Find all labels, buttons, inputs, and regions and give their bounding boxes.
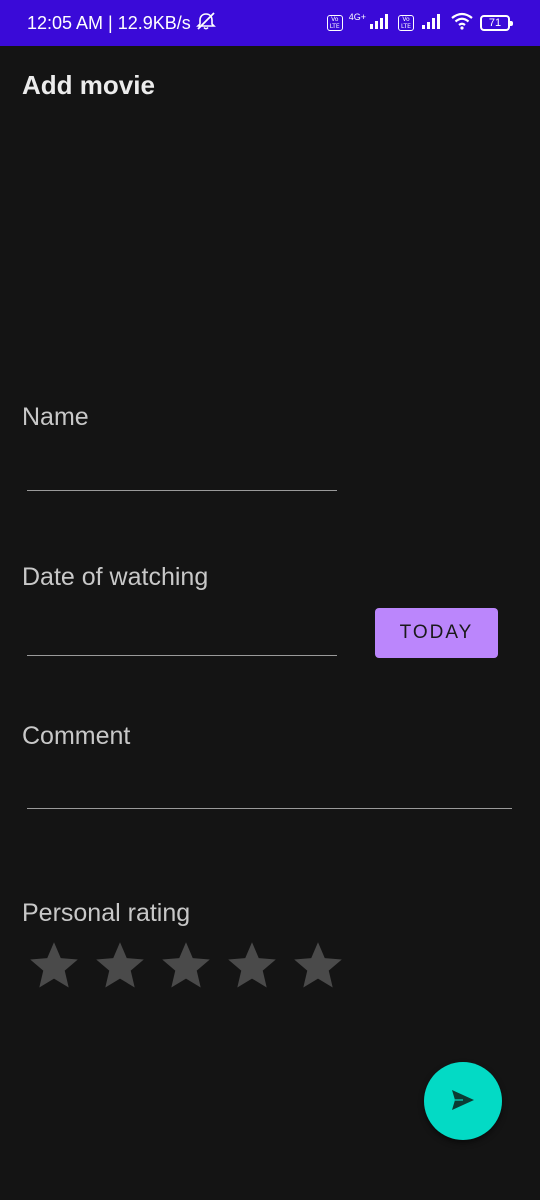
rating-bar[interactable] [26, 938, 346, 994]
name-label: Name [22, 403, 89, 431]
rating-label: Personal rating [22, 899, 191, 927]
volte-badge-1: Vo LTE [326, 15, 343, 31]
status-time-speed: 12:05 AM | 12.9KB/s [27, 12, 191, 33]
date-label: Date of watching [22, 563, 209, 591]
rating-star-icon-2[interactable] [92, 938, 148, 994]
rating-star-icon-4[interactable] [224, 938, 280, 994]
rating-star-icon-1[interactable] [26, 938, 82, 994]
status-left: 12:05 AM | 12.9KB/s [27, 0, 217, 46]
rating-star-icon-5[interactable] [290, 938, 346, 994]
submit-fab[interactable] [424, 1062, 502, 1140]
status-bar: 12:05 AM | 12.9KB/s Vo LTE 4G+ Vo LTE 71 [0, 0, 540, 46]
signal-icon-1 [368, 13, 392, 34]
today-button[interactable]: TODAY [375, 608, 498, 658]
comment-label: Comment [22, 722, 131, 750]
name-input[interactable] [27, 455, 337, 491]
comment-input[interactable] [27, 772, 512, 809]
signal-icon-2 [420, 13, 444, 34]
network-type-label: 4G+ [348, 11, 366, 22]
date-input[interactable] [27, 620, 337, 656]
volte-badge-2: Vo LTE [398, 15, 414, 31]
rating-star-icon-3[interactable] [158, 938, 214, 994]
status-right: Vo LTE 4G+ Vo LTE 71 [326, 0, 513, 46]
wifi-icon [450, 12, 474, 35]
send-icon [450, 1088, 476, 1115]
mute-alarm-icon [195, 11, 217, 36]
battery-icon: 71 [480, 15, 513, 31]
page-title: Add movie [22, 70, 155, 100]
